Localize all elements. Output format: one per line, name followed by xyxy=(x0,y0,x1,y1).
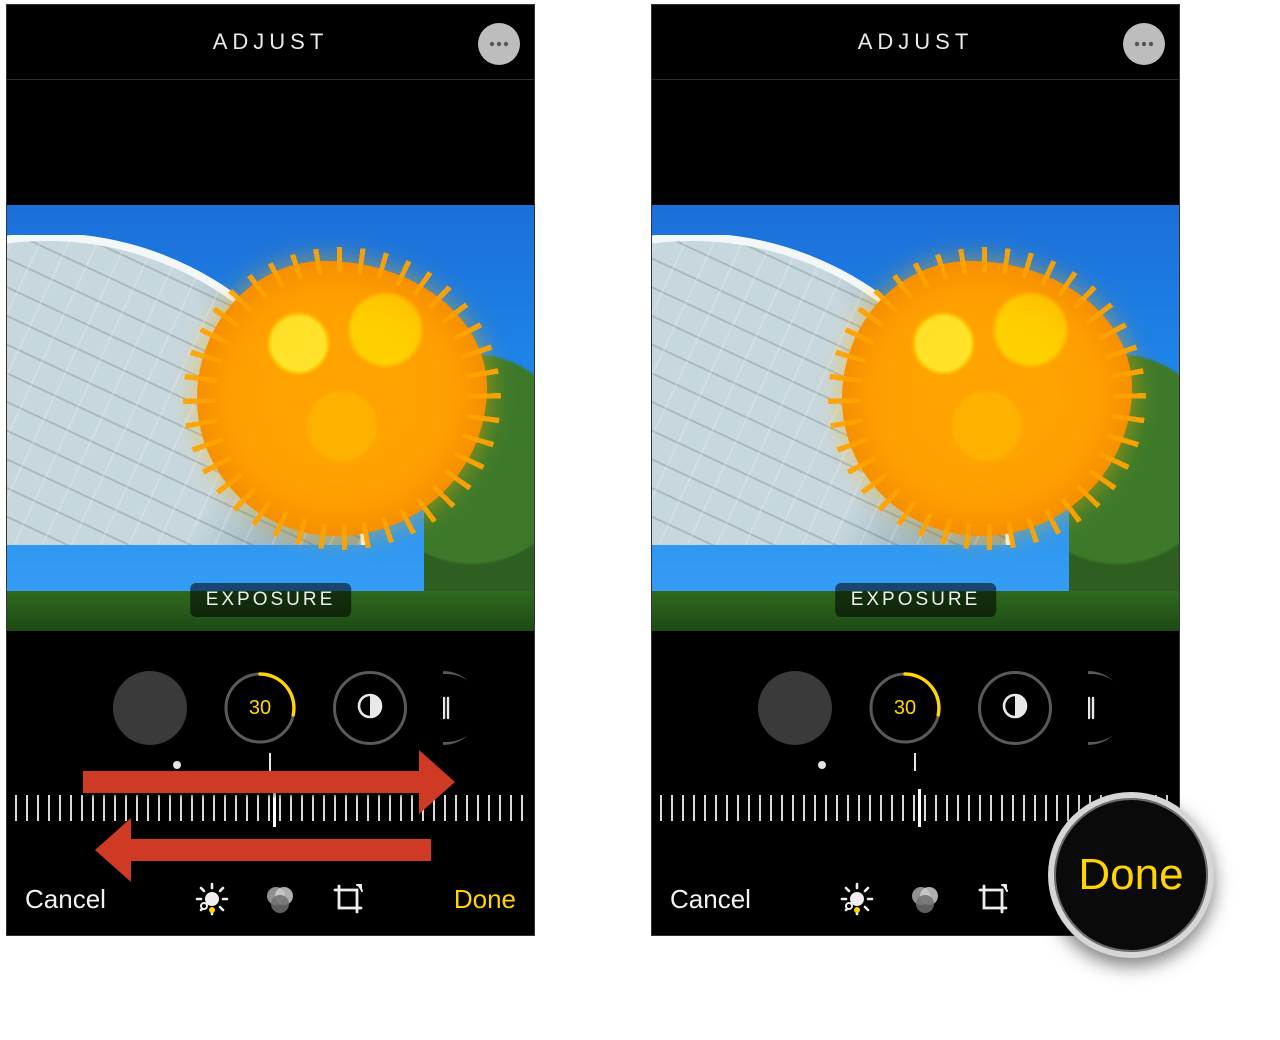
annotation-arrow-left xyxy=(131,839,431,861)
editor-header: ADJUST xyxy=(7,5,534,80)
filters-mode-icon xyxy=(907,881,943,917)
phone-screenshot-left: ADJUST EXPOSURE xyxy=(7,5,534,935)
filters-mode-button[interactable] xyxy=(905,879,945,919)
more-button[interactable] xyxy=(478,23,520,65)
progress-ring xyxy=(868,671,942,745)
highlights-dial-peek[interactable] xyxy=(443,671,480,745)
more-icon xyxy=(487,32,511,56)
header-title: ADJUST xyxy=(213,29,329,55)
filters-mode-button[interactable] xyxy=(260,879,300,919)
done-callout-label: Done xyxy=(1078,850,1183,900)
tool-position-indicator xyxy=(652,757,1179,775)
done-button[interactable]: Done xyxy=(454,884,516,915)
highlights-icon xyxy=(443,691,459,730)
slider-center-tick xyxy=(273,789,276,827)
mode-buttons xyxy=(192,879,368,919)
brilliance-dial[interactable] xyxy=(333,671,407,745)
crop-mode-icon xyxy=(330,881,366,917)
adjustment-name-badge: EXPOSURE xyxy=(835,583,997,617)
editor-footer: Cancel xyxy=(7,863,534,935)
more-button[interactable] xyxy=(1123,23,1165,65)
more-icon xyxy=(1132,32,1156,56)
photo-preview[interactable]: EXPOSURE xyxy=(652,205,1179,631)
filters-mode-icon xyxy=(262,881,298,917)
adjustment-name-badge: EXPOSURE xyxy=(190,583,352,617)
mode-buttons xyxy=(837,879,1013,919)
exposure-dial-active[interactable]: 30 xyxy=(868,671,942,745)
annotation-arrow-right xyxy=(83,771,419,793)
auto-enhance-dial[interactable] xyxy=(113,671,187,745)
highlights-dial-peek[interactable] xyxy=(1088,671,1125,745)
crop-mode-button[interactable] xyxy=(973,879,1013,919)
editor-header: ADJUST xyxy=(652,5,1179,80)
adjustment-tool-row[interactable]: 30 xyxy=(7,663,534,753)
phone-screenshot-right: ADJUST EXPOSURE xyxy=(652,5,1179,935)
cancel-button[interactable]: Cancel xyxy=(670,884,751,915)
adjustment-tool-row[interactable]: 30 xyxy=(652,663,1179,753)
cancel-button[interactable]: Cancel xyxy=(25,884,106,915)
brilliance-dial[interactable] xyxy=(978,671,1052,745)
adjust-mode-button[interactable] xyxy=(192,879,232,919)
highlights-icon xyxy=(1088,691,1104,730)
crop-mode-icon xyxy=(975,881,1011,917)
photo-preview[interactable]: EXPOSURE xyxy=(7,205,534,631)
exposure-dial-active[interactable]: 30 xyxy=(223,671,297,745)
header-title: ADJUST xyxy=(858,29,974,55)
slider-center-tick xyxy=(918,789,921,827)
progress-ring xyxy=(223,671,297,745)
crop-mode-button[interactable] xyxy=(328,879,368,919)
adjust-mode-button[interactable] xyxy=(837,879,877,919)
auto-enhance-dial[interactable] xyxy=(758,671,832,745)
done-callout-circle: Done xyxy=(1048,792,1214,958)
